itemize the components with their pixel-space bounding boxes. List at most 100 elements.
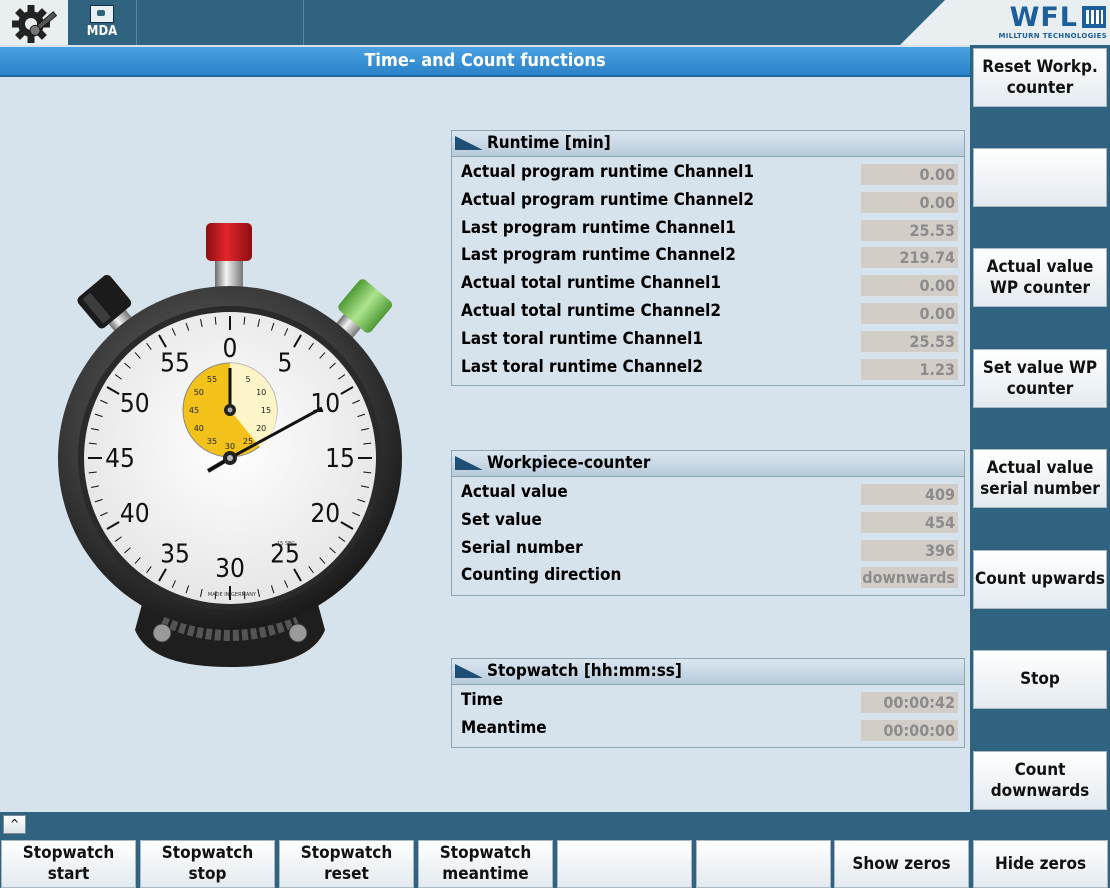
row-value: 00:00:42 xyxy=(861,692,958,713)
softkey-line1: Stop xyxy=(1020,669,1060,689)
workpiece-row: Set value 454 xyxy=(452,508,964,536)
hide-zeros-button[interactable]: Hide zeros xyxy=(973,840,1108,888)
row-label: Actual value xyxy=(461,482,568,502)
panel-flag-icon xyxy=(455,664,483,678)
dial-number: 55 xyxy=(160,349,190,379)
dial-small-text: 15 SEC xyxy=(277,541,295,547)
softkey-line1: Reset Workp. xyxy=(982,56,1098,77)
dial-number: 50 xyxy=(120,389,150,419)
row-label: Counting direction xyxy=(461,565,622,586)
runtime-panel-title: Runtime [min] xyxy=(487,133,611,153)
top-bar: MDA WFL MILLTURN TECHNOLOGIES xyxy=(0,0,1110,45)
chevron-up-icon: ^ xyxy=(9,817,20,831)
subdial-number: 5 xyxy=(245,375,250,384)
dial-number: 40 xyxy=(120,499,150,529)
stopwatch-reset-button[interactable]: Stopwatch reset xyxy=(279,840,414,888)
vertical-softkey-bar: Reset Workp. counter Actual value WP count… xyxy=(970,45,1110,815)
logo-mark-icon xyxy=(1082,6,1106,28)
stopwatch-start-button[interactable]: Stopwatch start xyxy=(1,840,136,888)
horizontal-softkey-bar: Stopwatch start Stopwatch stop Stopwatch re… xyxy=(0,838,1110,888)
count-upwards-button[interactable]: Count upwards xyxy=(973,550,1107,609)
set-value-wp-counter-button[interactable]: Set value WP counter xyxy=(973,349,1107,408)
runtime-panel-header: Runtime [min] xyxy=(452,131,964,157)
softkey-line1: Set value WP xyxy=(982,357,1098,378)
softkey-line1: Stopwatch xyxy=(439,843,532,863)
softkey-line1: Count upwards xyxy=(974,569,1106,589)
softkey-line2: reset xyxy=(324,864,369,884)
row-value: 409 xyxy=(861,484,958,505)
logo: WFL MILLTURN TECHNOLOGIES xyxy=(900,0,1110,45)
actual-value-wp-counter-button[interactable]: Actual value WP counter xyxy=(973,248,1107,307)
stopwatch-row: Time 00:00:42 xyxy=(452,688,964,716)
row-value: 0.00 xyxy=(861,275,958,297)
stopwatch-image: 0 510152025303540455055 55 510152025303540… xyxy=(58,223,402,667)
count-downwards-button[interactable]: Count downwards xyxy=(973,751,1107,810)
workpiece-row: Serial number 396 xyxy=(452,536,964,564)
runtime-row: Actual program runtime Channel2 0.00 xyxy=(452,188,964,216)
softkey-line1: Stopwatch xyxy=(300,843,393,863)
softkey-line2: downwards xyxy=(990,780,1090,801)
softkey-expand-strip: ^ xyxy=(0,812,1110,838)
expand-up-button[interactable]: ^ xyxy=(3,815,26,834)
softkey-line1: Count xyxy=(1014,759,1066,780)
row-value: 25.53 xyxy=(861,330,958,352)
runtime-panel: Runtime [min] Actual program runtime Cha… xyxy=(451,130,965,386)
softkey-line2: counter xyxy=(1006,378,1074,399)
row-label: Serial number xyxy=(461,537,583,558)
runtime-row: Actual total runtime Channel1 0.00 xyxy=(452,271,964,299)
empty-softkey[interactable] xyxy=(557,840,692,888)
stopwatch-panel-title: Stopwatch [hh:mm:ss] xyxy=(487,661,682,681)
softkey-line1: Actual value xyxy=(986,256,1094,277)
subdial-number: 20 xyxy=(256,424,266,433)
row-label: Time xyxy=(461,690,503,710)
softkey-line1: Hide zeros xyxy=(994,853,1087,874)
dial-number: 10 xyxy=(310,389,340,419)
row-value: 0.00 xyxy=(861,191,958,213)
runtime-row: Last toral runtime Channel2 1.23 xyxy=(452,355,964,383)
softkey-line1: Show zeros xyxy=(852,853,951,874)
row-label: Actual total runtime Channel1 xyxy=(461,273,721,294)
row-value: 0.00 xyxy=(861,302,958,324)
runtime-row: Last program runtime Channel2 219.74 xyxy=(452,243,964,271)
workpiece-panel: Workpiece-counter Actual value 409 Set va… xyxy=(451,450,965,596)
row-value: 1.23 xyxy=(861,358,958,380)
stopwatch-row: Meantime 00:00:00 xyxy=(452,716,964,744)
row-label: Actual total runtime Channel2 xyxy=(461,300,721,321)
empty-softkey[interactable] xyxy=(696,840,831,888)
dial-number: 0 xyxy=(223,334,238,364)
subdial-number: 35 xyxy=(207,437,217,446)
runtime-row: Last program runtime Channel1 25.53 xyxy=(452,216,964,244)
workpiece-row: Actual value 409 xyxy=(452,480,964,508)
row-value: downwards xyxy=(861,567,958,589)
stopwatch-panel: Stopwatch [hh:mm:ss] Time 00:00:42 Meanti… xyxy=(451,658,965,748)
stopwatch-panel-header: Stopwatch [hh:mm:ss] xyxy=(452,659,964,685)
stopwatch-stop-button[interactable]: Stopwatch stop xyxy=(140,840,275,888)
softkey-line2: serial number xyxy=(980,478,1100,499)
row-value: 25.53 xyxy=(861,219,958,241)
stopwatch-meantime-button[interactable]: Stopwatch meantime xyxy=(418,840,553,888)
reset-workpiece-counter-button[interactable]: Reset Workp. counter xyxy=(973,48,1107,107)
softkey-line2: start xyxy=(47,864,90,884)
subdial-number: 45 xyxy=(189,406,199,415)
row-label: Last program runtime Channel2 xyxy=(461,245,736,266)
row-value: 219.74 xyxy=(861,247,958,269)
row-value: 00:00:00 xyxy=(861,719,958,741)
softkey-line2: meantime xyxy=(442,864,529,884)
runtime-row: Last toral runtime Channel1 25.53 xyxy=(452,327,964,355)
dial-made-in: MADE IN GERMANY xyxy=(208,592,257,598)
settings-button[interactable] xyxy=(0,0,68,45)
show-zeros-button[interactable]: Show zeros xyxy=(834,840,969,888)
dial-number: 30 xyxy=(215,554,245,584)
actual-value-serial-number-button[interactable]: Actual value serial number xyxy=(973,449,1107,508)
stop-button[interactable]: Stop xyxy=(973,650,1107,709)
row-label: Last program runtime Channel1 xyxy=(461,217,736,238)
softkey-line1: Actual value xyxy=(986,457,1094,478)
runtime-row: Actual total runtime Channel2 0.00 xyxy=(452,299,964,327)
row-label: Last toral runtime Channel1 xyxy=(461,328,704,349)
logo-text: WFL xyxy=(1009,2,1078,33)
softkey-line1: Stopwatch xyxy=(161,843,254,863)
row-label: Last toral runtime Channel2 xyxy=(461,356,704,377)
empty-softkey[interactable] xyxy=(973,148,1107,207)
mda-tab[interactable]: MDA xyxy=(68,0,137,45)
machine-icon xyxy=(90,5,114,23)
